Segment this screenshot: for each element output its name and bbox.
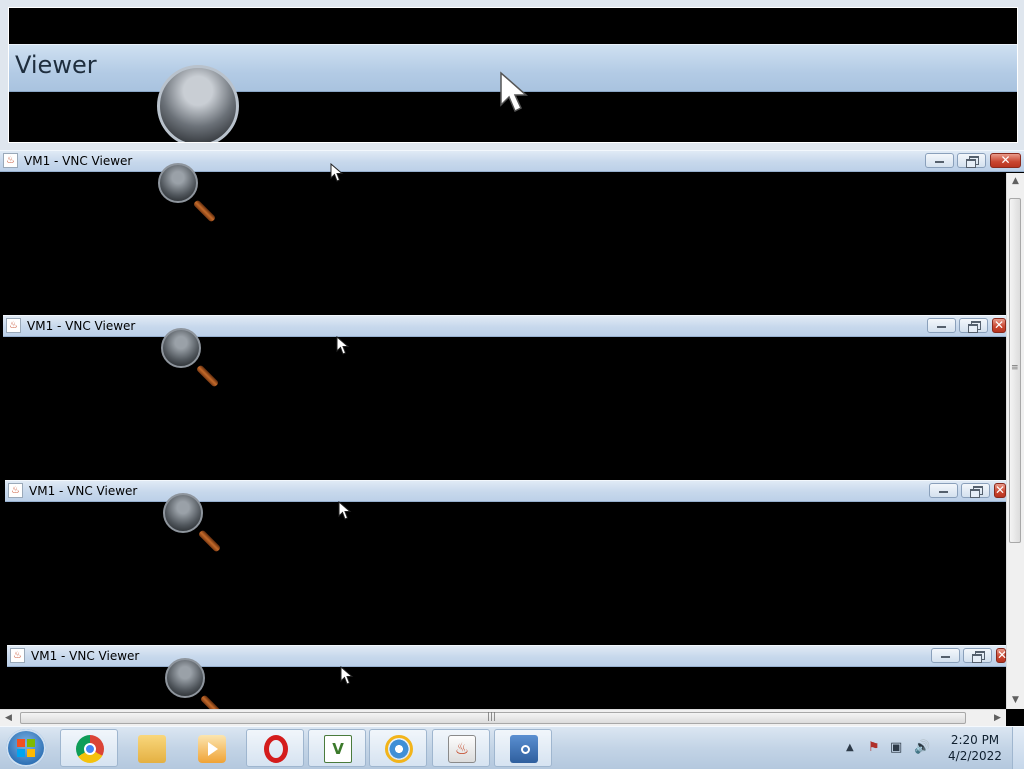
magnifier-handle <box>195 364 220 388</box>
close-button[interactable] <box>996 648 1006 663</box>
system-clock[interactable]: 2:20 PM 4/2/2022 <box>945 732 1005 764</box>
vertical-scrollbar[interactable]: ▲ ≡ ▼ <box>1006 173 1024 709</box>
window-title: VM1 - VNC Viewer <box>24 154 133 168</box>
java-icon: ♨ <box>448 735 476 763</box>
grip-icon: ||| <box>487 712 497 722</box>
window-titlebar[interactable]: ♨ VM1 - VNC Viewer <box>7 645 1006 667</box>
taskbar-opera-button[interactable] <box>246 729 304 767</box>
taskbar-chrome-button[interactable] <box>60 729 118 767</box>
minimize-button[interactable] <box>931 648 960 663</box>
taskbar-media-player-button[interactable] <box>182 729 240 767</box>
zoomed-window-title: Viewer <box>15 51 97 79</box>
clock-time: 2:20 PM <box>950 733 1000 747</box>
minimize-button[interactable] <box>927 318 956 333</box>
magnifier-content: Viewer <box>8 7 1018 143</box>
window-titlebar[interactable]: ♨ VM1 - VNC Viewer <box>3 315 1006 337</box>
system-tray: ▲ ⚑ ▣ 🔊 <box>842 727 942 769</box>
taskbar: V ♨ ▲ ⚑ ▣ 🔊 2:20 PM 4/2/2022 <box>0 726 1024 769</box>
grip-icon: ≡ <box>1011 363 1019 373</box>
taskbar-vnc-button[interactable]: V <box>308 729 366 767</box>
restore-button[interactable] <box>961 483 990 498</box>
minimize-button[interactable] <box>925 153 954 168</box>
minimize-button[interactable] <box>929 483 958 498</box>
vnc-window-4[interactable]: ♨ VM1 - VNC Viewer <box>7 645 1006 709</box>
magnifier-handle <box>192 199 217 223</box>
scroll-up-arrow-icon[interactable]: ▲ <box>1007 173 1024 190</box>
scroll-left-arrow-icon[interactable]: ◀ <box>0 710 17 727</box>
java-app-icon: ♨ <box>10 648 25 663</box>
clock-date: 4/2/2022 <box>948 749 1002 763</box>
network-status-icon[interactable]: ▣ <box>890 740 902 755</box>
horizontal-scrollbar[interactable]: ◀ ||| ▶ <box>0 709 1006 727</box>
start-button[interactable] <box>6 729 46 767</box>
internet-explorer-icon <box>385 735 413 763</box>
java-app-icon: ♨ <box>6 318 21 333</box>
magnifier-handle <box>199 694 224 709</box>
magnifier-zoom-view: Viewer <box>0 0 1024 150</box>
magnifier-icon <box>165 658 205 698</box>
vnc-window-2[interactable]: ♨ VM1 - VNC Viewer <box>3 315 1006 480</box>
opera-icon <box>264 735 288 763</box>
close-button[interactable] <box>994 483 1006 498</box>
restore-button[interactable] <box>959 318 988 333</box>
restore-button[interactable] <box>963 648 992 663</box>
magnifier-handle <box>197 529 222 553</box>
java-app-icon: ♨ <box>8 483 23 498</box>
window-titlebar[interactable]: ♨ VM1 - VNC Viewer <box>0 150 1024 172</box>
magnifier-icon <box>163 493 203 533</box>
window-title: VM1 - VNC Viewer <box>29 484 138 498</box>
close-button[interactable] <box>990 153 1021 168</box>
chrome-icon <box>76 735 104 763</box>
taskbar-ie-button[interactable] <box>369 729 427 767</box>
magnifier-icon <box>161 328 201 368</box>
volume-icon[interactable]: 🔊 <box>914 740 930 755</box>
magnifier-icon <box>158 163 198 203</box>
taskbar-explorer-button[interactable] <box>122 729 180 767</box>
network-icon <box>510 735 538 763</box>
vnc-icon: V <box>324 735 352 763</box>
window-title: VM1 - VNC Viewer <box>31 649 140 663</box>
scroll-down-arrow-icon[interactable]: ▼ <box>1007 692 1024 709</box>
close-button[interactable] <box>992 318 1006 333</box>
window-title: VM1 - VNC Viewer <box>27 319 136 333</box>
windows-logo-icon <box>17 739 35 757</box>
vnc-window-1[interactable]: ♨ VM1 - VNC Viewer <box>0 150 1024 315</box>
java-app-icon: ♨ <box>3 153 18 168</box>
restore-button[interactable] <box>957 153 986 168</box>
zoomed-magnifier-icon <box>157 65 239 142</box>
folder-icon <box>138 735 166 763</box>
taskbar-java-button[interactable]: ♨ <box>432 729 490 767</box>
action-center-flag-icon[interactable]: ⚑ <box>868 740 880 755</box>
taskbar-network-button[interactable] <box>494 729 552 767</box>
media-player-icon <box>198 735 226 763</box>
scroll-right-arrow-icon[interactable]: ▶ <box>989 710 1006 727</box>
show-desktop-button[interactable] <box>1012 727 1024 769</box>
show-hidden-icons-icon[interactable]: ▲ <box>846 742 854 753</box>
vnc-window-3[interactable]: ♨ VM1 - VNC Viewer <box>5 480 1006 645</box>
window-titlebar[interactable]: ♨ VM1 - VNC Viewer <box>5 480 1006 502</box>
